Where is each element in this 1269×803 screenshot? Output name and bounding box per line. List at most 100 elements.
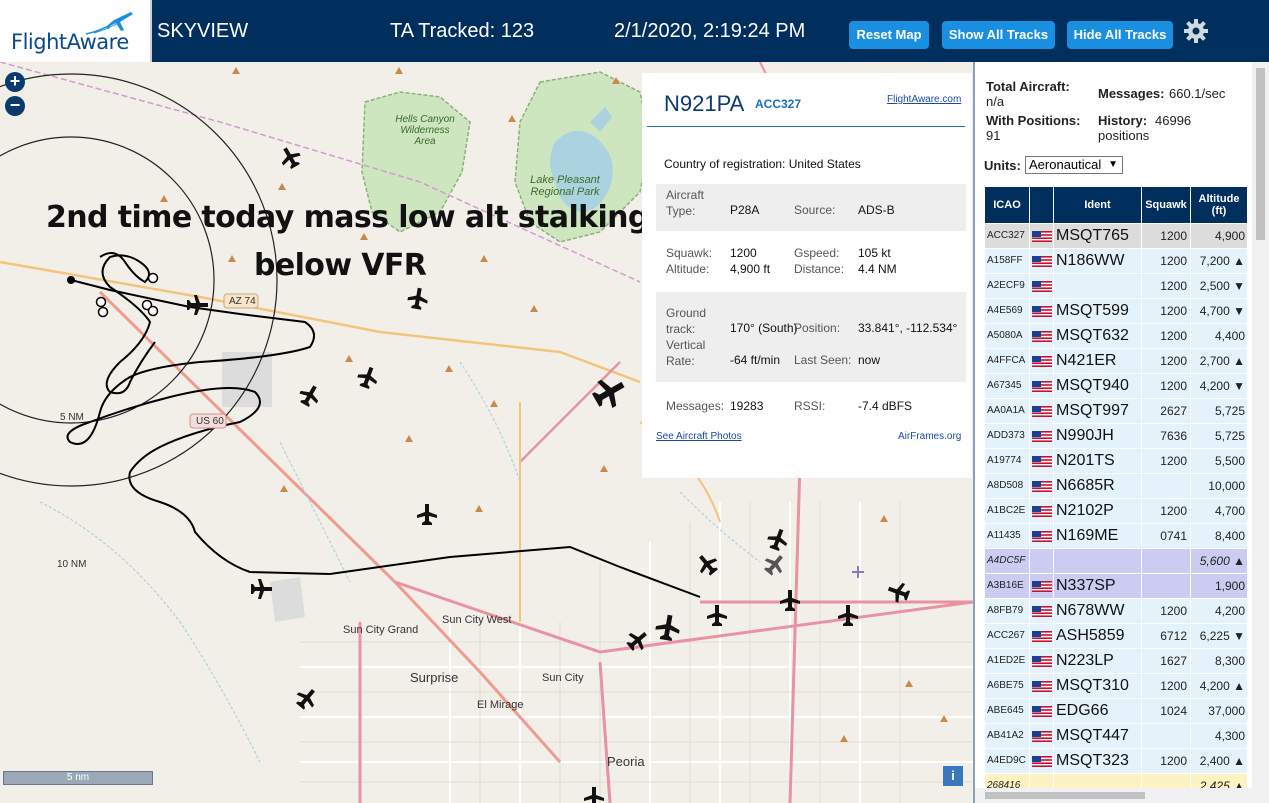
- popup-type-label: Aircraft Type:: [666, 188, 705, 218]
- row-icao: A3B16E: [985, 574, 1030, 598]
- row-icao: A11435: [985, 524, 1030, 548]
- row-squawk: [1142, 474, 1191, 498]
- row-icao: A158FF: [985, 249, 1030, 273]
- col-ident[interactable]: Ident: [1054, 187, 1142, 223]
- us-flag-icon: [1032, 456, 1052, 467]
- annotation-line-2: below VFR: [254, 248, 427, 283]
- row-squawk: 7636: [1142, 424, 1191, 448]
- annotation-line-1: 2nd time today mass low alt stalking: [46, 200, 649, 235]
- table-row[interactable]: A2ECF9 1200 2,500 ▼: [985, 274, 1248, 298]
- row-icao: A8FB79: [985, 599, 1030, 623]
- sidebar-vertical-scrollbar[interactable]: [1252, 62, 1269, 803]
- reset-map-button[interactable]: Reset Map: [849, 21, 929, 49]
- popup-source-value: ADS-B: [858, 203, 895, 217]
- table-row[interactable]: AB41A2 MSQT447 4,300: [985, 724, 1248, 748]
- row-ident: MSQT997: [1054, 399, 1142, 423]
- us-flag-icon: [1032, 256, 1052, 267]
- us-flag-icon: [1032, 681, 1052, 692]
- table-row[interactable]: A5080A MSQT632 1200 4,400: [985, 324, 1248, 348]
- map-label-az74: AZ 74: [229, 296, 256, 307]
- table-row[interactable]: A1ED2E N223LP 1627 8,300: [985, 649, 1248, 673]
- table-row[interactable]: A11435 N169ME 0741 8,400: [985, 524, 1248, 548]
- us-flag-icon: [1032, 356, 1052, 367]
- map-label-hells-canyon: Hells Canyon Wilderness Area: [395, 114, 455, 147]
- row-squawk: 1200: [1142, 374, 1191, 398]
- map-info-button[interactable]: i: [943, 766, 963, 786]
- hide-all-tracks-button[interactable]: Hide All Tracks: [1067, 21, 1173, 49]
- col-icao[interactable]: ICAO: [985, 187, 1030, 223]
- row-icao: A4DC5F: [985, 549, 1030, 573]
- table-row[interactable]: ABE645 EDG66 1024 37,000: [985, 699, 1248, 723]
- row-squawk: 1200: [1142, 599, 1191, 623]
- sidebar-horizontal-scrollbar[interactable]: [975, 788, 1252, 803]
- col-flag[interactable]: [1030, 187, 1054, 223]
- row-icao: ACC327: [985, 224, 1030, 248]
- range-ring-label-10nm: 10 NM: [57, 559, 87, 570]
- popup-squawk-value: 1200: [730, 246, 757, 260]
- row-altitude: 1,900: [1191, 574, 1248, 598]
- airframes-link[interactable]: AirFrames.org: [898, 431, 961, 442]
- row-icao: A8D508: [985, 474, 1030, 498]
- table-row[interactable]: A6BE75 MSQT310 1200 4,200 ▲: [985, 674, 1248, 698]
- header-bar: FlightAware SKYVIEW TA Tracked: 123 2/1/…: [0, 0, 1269, 62]
- row-altitude: 4,900: [1191, 224, 1248, 248]
- row-flag: [1030, 624, 1054, 648]
- row-altitude: 2,500 ▼: [1191, 274, 1248, 298]
- us-flag-icon: [1032, 756, 1052, 767]
- table-row[interactable]: A8FB79 N678WW 1200 4,200: [985, 599, 1248, 623]
- show-all-tracks-button[interactable]: Show All Tracks: [942, 21, 1055, 49]
- table-row[interactable]: ADD373 N990JH 7636 5,725: [985, 424, 1248, 448]
- us-flag-icon: [1032, 281, 1052, 292]
- row-flag: [1030, 349, 1054, 373]
- current-datetime: 2/1/2020, 2:19:24 PM: [614, 20, 806, 42]
- table-row[interactable]: A4DC5F 5,600 ▲: [985, 549, 1248, 573]
- messages-label: Messages:: [1098, 86, 1165, 101]
- row-altitude: 5,600 ▲: [1191, 549, 1248, 573]
- row-squawk: 1200: [1142, 299, 1191, 323]
- table-row[interactable]: ACC267 ASH5859 6712 6,225 ▼: [985, 624, 1248, 648]
- flightaware-logo[interactable]: FlightAware: [0, 0, 152, 62]
- popup-flightaware-link[interactable]: FlightAware.com: [887, 94, 961, 105]
- table-row[interactable]: A1BC2E N2102P 1200 4,700: [985, 499, 1248, 523]
- row-squawk: 1200: [1142, 449, 1191, 473]
- popup-position-label: Position:: [794, 321, 841, 335]
- zoom-out-button[interactable]: −: [5, 96, 25, 116]
- popup-ground-track-label: Ground track:: [666, 306, 707, 336]
- table-row[interactable]: A4ED9C MSQT323 1200 2,400 ▲: [985, 749, 1248, 773]
- row-icao: ADD373: [985, 424, 1030, 448]
- us-flag-icon: [1032, 481, 1052, 492]
- row-ident: ASH5859: [1054, 624, 1142, 648]
- popup-section-position: Ground track: 170° (South) Position: 33.…: [656, 292, 966, 382]
- vertical-scroll-thumb[interactable]: [1256, 68, 1265, 240]
- row-flag: [1030, 224, 1054, 248]
- table-row[interactable]: A3B16E N337SP 1,900: [985, 574, 1248, 598]
- table-row[interactable]: A4E569 MSQT599 1200 4,700 ▼: [985, 299, 1248, 323]
- us-flag-icon: [1032, 531, 1052, 542]
- row-flag: [1030, 274, 1054, 298]
- table-row[interactable]: A8D508 N6685R 10,000: [985, 474, 1248, 498]
- horizontal-scroll-thumb[interactable]: [985, 792, 1145, 799]
- gear-icon[interactable]: [1183, 18, 1209, 44]
- table-row[interactable]: ACC327 MSQT765 1200 4,900: [985, 224, 1248, 248]
- table-row[interactable]: A19774 N201TS 1200 5,500: [985, 449, 1248, 473]
- table-row[interactable]: AA0A1A MSQT997 2627 5,725: [985, 399, 1248, 423]
- row-icao: AB41A2: [985, 724, 1030, 748]
- table-row[interactable]: A67345 MSQT940 1200 4,200 ▼: [985, 374, 1248, 398]
- map-label-us60: US 60: [196, 416, 224, 427]
- popup-country: Country of registration: United States: [664, 157, 861, 171]
- units-select[interactable]: Aeronautical ▼: [1025, 156, 1123, 174]
- row-altitude: 37,000: [1191, 699, 1248, 723]
- table-row[interactable]: A4FFCA N421ER 1200 2,700 ▲: [985, 349, 1248, 373]
- row-ident: MSQT599: [1054, 299, 1142, 323]
- zoom-in-button[interactable]: +: [5, 72, 25, 92]
- col-squawk[interactable]: Squawk: [1142, 187, 1191, 223]
- row-flag: [1030, 524, 1054, 548]
- row-icao: A4FFCA: [985, 349, 1030, 373]
- col-altitude[interactable]: Altitude (ft): [1191, 187, 1248, 223]
- us-flag-icon: [1032, 506, 1052, 517]
- row-squawk: 1200: [1142, 674, 1191, 698]
- table-row[interactable]: A158FF N186WW 1200 7,200 ▲: [985, 249, 1248, 273]
- row-ident: N678WW: [1054, 599, 1142, 623]
- see-aircraft-photos-link[interactable]: See Aircraft Photos: [656, 431, 742, 442]
- row-flag: [1030, 674, 1054, 698]
